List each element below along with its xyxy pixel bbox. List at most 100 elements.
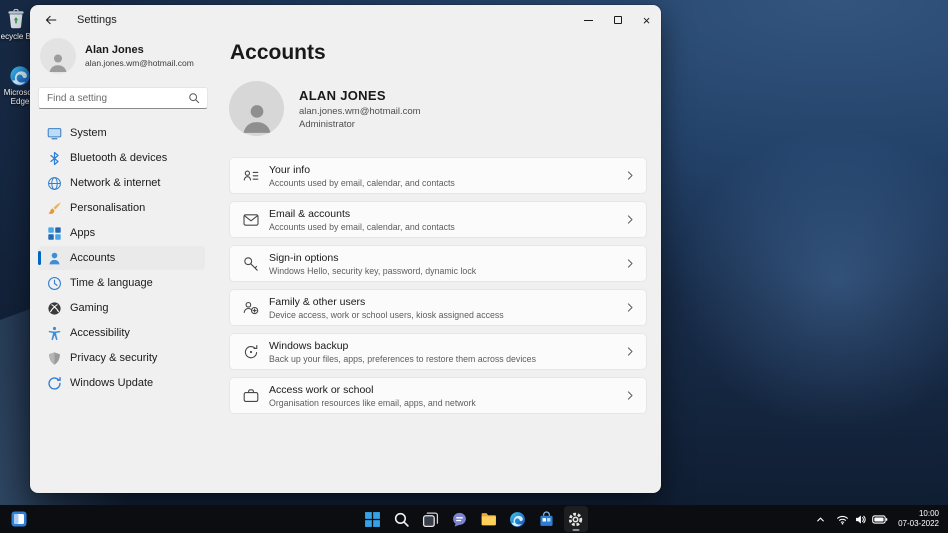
wifi-icon — [837, 515, 848, 525]
file-explorer-button[interactable] — [477, 506, 501, 532]
backup-icon — [242, 343, 260, 361]
widgets-button[interactable] — [11, 511, 27, 527]
gear-icon — [568, 512, 583, 526]
gaming-icon — [47, 301, 62, 316]
maximize-button[interactable] — [603, 5, 632, 35]
account-text: ALAN JONES alan.jones.wm@hotmail.com Adm… — [299, 88, 421, 130]
sidebar-item-privacy-security[interactable]: Privacy & security — [38, 346, 205, 370]
sidebar-nav: System Bluetooth & devices Network & int… — [30, 121, 229, 395]
chevron-right-icon — [626, 345, 634, 358]
account-email: alan.jones.wm@hotmail.com — [299, 105, 421, 117]
account-profile: ALAN JONES alan.jones.wm@hotmail.com Adm… — [229, 81, 647, 136]
maximize-icon — [613, 16, 622, 24]
card-sign-in-options[interactable]: Sign-in options Windows Hello, security … — [229, 245, 647, 282]
user-email: alan.jones.wm@hotmail.com — [85, 58, 194, 68]
arrow-left-icon — [45, 15, 57, 25]
sidebar-item-label: Accessibility — [70, 327, 130, 339]
wifi-button[interactable] — [836, 513, 849, 526]
chevron-right-icon — [626, 389, 634, 402]
windows-update-icon — [47, 376, 62, 391]
sidebar-item-accounts[interactable]: Accounts — [38, 246, 205, 270]
card-title: Email & accounts — [269, 207, 351, 220]
card-access-work-school[interactable]: Access work or school Organisation resou… — [229, 377, 647, 414]
active-app-indicator — [572, 528, 579, 531]
card-title: Sign-in options — [269, 251, 339, 264]
sidebar-item-label: Bluetooth & devices — [70, 152, 168, 164]
account-avatar — [229, 81, 284, 136]
search-icon — [394, 512, 409, 527]
start-button[interactable] — [361, 506, 385, 532]
sidebar-item-accessibility[interactable]: Accessibility — [38, 321, 205, 345]
clock-date: 07-03-2022 — [898, 519, 939, 528]
tray-status-group — [836, 513, 888, 526]
sidebar-item-label: Privacy & security — [70, 352, 158, 364]
sidebar-item-network-internet[interactable]: Network & internet — [38, 171, 205, 195]
card-windows-backup[interactable]: Windows backup Back up your files, apps,… — [229, 333, 647, 370]
sidebar-item-label: Gaming — [70, 302, 109, 314]
chevron-right-icon — [626, 301, 634, 314]
sidebar-item-bluetooth-devices[interactable]: Bluetooth & devices — [38, 146, 205, 170]
page-title: Accounts — [230, 41, 326, 64]
card-subtitle: Back up your files, apps, preferences to… — [269, 353, 536, 364]
chevron-right-icon — [626, 257, 634, 270]
edge-button[interactable] — [506, 506, 530, 532]
store-button[interactable] — [535, 506, 559, 532]
sidebar-item-system[interactable]: System — [38, 121, 205, 145]
chevron-up-icon — [817, 517, 824, 521]
settings-card-list: Your info Accounts used by email, calend… — [229, 157, 647, 414]
task-view-button[interactable] — [419, 506, 443, 532]
sidebar-item-gaming[interactable]: Gaming — [38, 296, 205, 320]
window-title: Settings — [77, 14, 117, 26]
recycle-bin-icon — [4, 7, 28, 31]
back-button[interactable] — [37, 8, 65, 32]
chat-button[interactable] — [448, 506, 472, 532]
sign-in-icon — [242, 255, 260, 273]
time-language-icon — [47, 276, 62, 291]
chevron-right-icon — [626, 213, 634, 226]
close-button[interactable]: × — [632, 5, 661, 35]
card-subtitle: Organisation resources like email, apps,… — [269, 397, 476, 408]
card-email-accounts[interactable]: Email & accounts Accounts used by email,… — [229, 201, 647, 238]
sidebar-item-time-language[interactable]: Time & language — [38, 271, 205, 295]
work-school-icon — [242, 387, 260, 405]
search-box — [38, 87, 208, 109]
card-subtitle: Device access, work or school users, kio… — [269, 309, 504, 320]
search-input[interactable] — [39, 92, 188, 104]
minimize-button[interactable] — [574, 5, 603, 35]
person-icon — [243, 105, 270, 133]
card-subtitle: Accounts used by email, calendar, and co… — [269, 221, 455, 232]
user-text: Alan Jones alan.jones.wm@hotmail.com — [85, 44, 194, 68]
battery-button[interactable] — [872, 514, 888, 525]
sidebar-item-label: Network & internet — [70, 177, 161, 189]
card-title: Windows backup — [269, 339, 349, 352]
volume-icon — [856, 514, 866, 524]
sidebar-item-label: Windows Update — [70, 377, 154, 389]
user-profile[interactable]: Alan Jones alan.jones.wm@hotmail.com — [40, 35, 229, 77]
system-icon — [47, 126, 62, 141]
sidebar-item-label: System — [70, 127, 107, 139]
taskbar-search-button[interactable] — [390, 506, 414, 532]
titlebar: Settings × — [30, 5, 661, 35]
window-controls: × — [574, 5, 661, 35]
settings-sidebar: Alan Jones alan.jones.wm@hotmail.com Sys… — [30, 35, 229, 493]
sidebar-item-label: Apps — [70, 227, 96, 239]
minimize-icon — [584, 19, 593, 21]
edge-icon — [510, 511, 525, 527]
wallpaper-glow — [678, 130, 948, 430]
card-subtitle: Accounts used by email, calendar, and co… — [269, 177, 455, 188]
account-role: Administrator — [299, 118, 355, 130]
sidebar-item-apps[interactable]: Apps — [38, 221, 205, 245]
sidebar-item-label: Time & language — [70, 277, 153, 289]
taskbar-clock[interactable]: 10:00 07-03-2022 — [898, 509, 939, 529]
user-name: Alan Jones — [85, 44, 144, 56]
person-icon — [49, 54, 67, 72]
settings-taskbar-button[interactable] — [563, 506, 588, 532]
sidebar-item-label: Accounts — [70, 252, 116, 264]
sidebar-item-personalisation[interactable]: Personalisation — [38, 196, 205, 220]
system-tray: 10:00 07-03-2022 — [815, 505, 948, 533]
card-family-other-users[interactable]: Family & other users Device access, work… — [229, 289, 647, 326]
tray-expand-button[interactable] — [815, 514, 826, 525]
volume-button[interactable] — [854, 513, 867, 526]
card-your-info[interactable]: Your info Accounts used by email, calend… — [229, 157, 647, 194]
sidebar-item-windows-update[interactable]: Windows Update — [38, 371, 205, 395]
